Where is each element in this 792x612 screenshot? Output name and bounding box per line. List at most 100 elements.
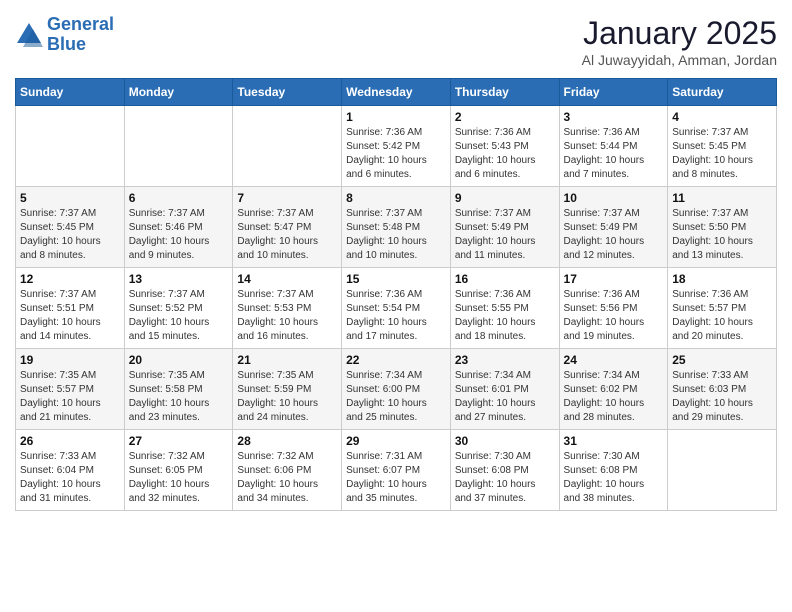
calendar-cell: 14 Sunrise: 7:37 AM Sunset: 5:53 PM Dayli… (233, 268, 342, 349)
calendar-week-row: 26Sunrise: 7:33 AM Sunset: 6:04 PM Dayli… (16, 430, 777, 511)
day-info: Sunrise: 7:37 AM Sunset: 5:52 PM Dayligh… (129, 288, 229, 344)
logo-text: General Blue (47, 15, 114, 55)
page-header: General Blue January 2025 Al Juwayyidah,… (15, 15, 777, 68)
logo-line1: General (47, 14, 114, 34)
day-info: Sunrise: 7:36 AM Sunset: 5:56 PM Dayligh… (564, 288, 664, 344)
calendar-cell: 30 Sunrise: 7:30 AM Sunset: 6:08 PM Dayli… (450, 430, 559, 511)
day-info: Sunrise: 7:33 AM Sunset: 6:03 PM Dayligh… (672, 369, 772, 425)
calendar-cell: 6Sunrise: 7:37 AM Sunset: 5:46 PM Daylig… (124, 187, 233, 268)
calendar-cell: 11Sunrise: 7:37 AM Sunset: 5:50 PM Dayli… (668, 187, 777, 268)
day-number: 25 (672, 353, 772, 367)
calendar-week-row: 5 Sunrise: 7:37 AM Sunset: 5:45 PM Daylig… (16, 187, 777, 268)
calendar-cell (124, 106, 233, 187)
calendar-cell: 3 Sunrise: 7:36 AM Sunset: 5:44 PM Daylig… (559, 106, 668, 187)
day-number: 23 (455, 353, 555, 367)
day-info: Sunrise: 7:37 AM Sunset: 5:45 PM Dayligh… (20, 207, 120, 263)
calendar-cell: 10 Sunrise: 7:37 AM Sunset: 5:49 PM Dayli… (559, 187, 668, 268)
day-number: 15 (346, 272, 446, 286)
weekday-header: Wednesday (342, 79, 451, 106)
day-number: 2 (455, 110, 555, 124)
calendar-table: SundayMondayTuesdayWednesdayThursdayFrid… (15, 78, 777, 511)
day-info: Sunrise: 7:35 AM Sunset: 5:58 PM Dayligh… (129, 369, 229, 425)
calendar-cell: 7Sunrise: 7:37 AM Sunset: 5:47 PM Daylig… (233, 187, 342, 268)
calendar-week-row: 12 Sunrise: 7:37 AM Sunset: 5:51 PM Dayli… (16, 268, 777, 349)
day-number: 16 (455, 272, 555, 286)
day-number: 31 (564, 434, 664, 448)
day-info: Sunrise: 7:34 AM Sunset: 6:02 PM Dayligh… (564, 369, 664, 425)
calendar-cell (233, 106, 342, 187)
day-number: 4 (672, 110, 772, 124)
calendar-week-row: 1 Sunrise: 7:36 AM Sunset: 5:42 PM Daylig… (16, 106, 777, 187)
weekday-header: Sunday (16, 79, 125, 106)
day-info: Sunrise: 7:30 AM Sunset: 6:08 PM Dayligh… (564, 450, 664, 506)
day-info: Sunrise: 7:37 AM Sunset: 5:51 PM Dayligh… (20, 288, 120, 344)
day-number: 7 (237, 191, 337, 205)
location-subtitle: Al Juwayyidah, Amman, Jordan (582, 52, 777, 68)
day-info: Sunrise: 7:36 AM Sunset: 5:57 PM Dayligh… (672, 288, 772, 344)
calendar-cell: 31 Sunrise: 7:30 AM Sunset: 6:08 PM Dayli… (559, 430, 668, 511)
day-number: 3 (564, 110, 664, 124)
logo-icon (15, 21, 43, 49)
calendar-cell: 15 Sunrise: 7:36 AM Sunset: 5:54 PM Dayli… (342, 268, 451, 349)
day-number: 5 (20, 191, 120, 205)
day-number: 22 (346, 353, 446, 367)
calendar-cell: 27Sunrise: 7:32 AM Sunset: 6:05 PM Dayli… (124, 430, 233, 511)
day-info: Sunrise: 7:30 AM Sunset: 6:08 PM Dayligh… (455, 450, 555, 506)
day-info: Sunrise: 7:37 AM Sunset: 5:49 PM Dayligh… (564, 207, 664, 263)
calendar-cell: 17 Sunrise: 7:36 AM Sunset: 5:56 PM Dayli… (559, 268, 668, 349)
calendar-cell (16, 106, 125, 187)
month-title: January 2025 (582, 15, 777, 52)
weekday-header: Monday (124, 79, 233, 106)
weekday-header-row: SundayMondayTuesdayWednesdayThursdayFrid… (16, 79, 777, 106)
day-info: Sunrise: 7:37 AM Sunset: 5:49 PM Dayligh… (455, 207, 555, 263)
title-area: January 2025 Al Juwayyidah, Amman, Jorda… (582, 15, 777, 68)
calendar-cell: 12 Sunrise: 7:37 AM Sunset: 5:51 PM Dayli… (16, 268, 125, 349)
day-number: 12 (20, 272, 120, 286)
weekday-header: Friday (559, 79, 668, 106)
day-number: 1 (346, 110, 446, 124)
calendar-cell: 4 Sunrise: 7:37 AM Sunset: 5:45 PM Daylig… (668, 106, 777, 187)
calendar-cell: 5 Sunrise: 7:37 AM Sunset: 5:45 PM Daylig… (16, 187, 125, 268)
calendar-cell: 28Sunrise: 7:32 AM Sunset: 6:06 PM Dayli… (233, 430, 342, 511)
calendar-week-row: 19Sunrise: 7:35 AM Sunset: 5:57 PM Dayli… (16, 349, 777, 430)
day-number: 18 (672, 272, 772, 286)
calendar-cell: 13Sunrise: 7:37 AM Sunset: 5:52 PM Dayli… (124, 268, 233, 349)
calendar-cell: 24Sunrise: 7:34 AM Sunset: 6:02 PM Dayli… (559, 349, 668, 430)
calendar-cell: 22 Sunrise: 7:34 AM Sunset: 6:00 PM Dayli… (342, 349, 451, 430)
day-info: Sunrise: 7:35 AM Sunset: 5:59 PM Dayligh… (237, 369, 337, 425)
day-number: 30 (455, 434, 555, 448)
day-info: Sunrise: 7:36 AM Sunset: 5:42 PM Dayligh… (346, 126, 446, 182)
calendar-cell: 25 Sunrise: 7:33 AM Sunset: 6:03 PM Dayli… (668, 349, 777, 430)
day-number: 19 (20, 353, 120, 367)
calendar-cell: 20 Sunrise: 7:35 AM Sunset: 5:58 PM Dayli… (124, 349, 233, 430)
day-info: Sunrise: 7:37 AM Sunset: 5:48 PM Dayligh… (346, 207, 446, 263)
day-info: Sunrise: 7:36 AM Sunset: 5:44 PM Dayligh… (564, 126, 664, 182)
day-number: 27 (129, 434, 229, 448)
calendar-cell: 23 Sunrise: 7:34 AM Sunset: 6:01 PM Dayli… (450, 349, 559, 430)
day-number: 29 (346, 434, 446, 448)
calendar-cell: 2 Sunrise: 7:36 AM Sunset: 5:43 PM Daylig… (450, 106, 559, 187)
day-number: 21 (237, 353, 337, 367)
calendar-cell: 1 Sunrise: 7:36 AM Sunset: 5:42 PM Daylig… (342, 106, 451, 187)
day-info: Sunrise: 7:33 AM Sunset: 6:04 PM Dayligh… (20, 450, 120, 506)
calendar-cell: 21 Sunrise: 7:35 AM Sunset: 5:59 PM Dayli… (233, 349, 342, 430)
day-info: Sunrise: 7:37 AM Sunset: 5:53 PM Dayligh… (237, 288, 337, 344)
day-info: Sunrise: 7:34 AM Sunset: 6:01 PM Dayligh… (455, 369, 555, 425)
day-info: Sunrise: 7:31 AM Sunset: 6:07 PM Dayligh… (346, 450, 446, 506)
day-info: Sunrise: 7:37 AM Sunset: 5:45 PM Dayligh… (672, 126, 772, 182)
day-number: 11 (672, 191, 772, 205)
day-number: 10 (564, 191, 664, 205)
day-info: Sunrise: 7:36 AM Sunset: 5:43 PM Dayligh… (455, 126, 555, 182)
day-number: 20 (129, 353, 229, 367)
day-number: 14 (237, 272, 337, 286)
weekday-header: Saturday (668, 79, 777, 106)
day-info: Sunrise: 7:36 AM Sunset: 5:54 PM Dayligh… (346, 288, 446, 344)
day-number: 28 (237, 434, 337, 448)
day-info: Sunrise: 7:37 AM Sunset: 5:46 PM Dayligh… (129, 207, 229, 263)
weekday-header: Thursday (450, 79, 559, 106)
calendar-cell: 18 Sunrise: 7:36 AM Sunset: 5:57 PM Dayli… (668, 268, 777, 349)
day-number: 9 (455, 191, 555, 205)
day-number: 17 (564, 272, 664, 286)
calendar-cell (668, 430, 777, 511)
day-info: Sunrise: 7:34 AM Sunset: 6:00 PM Dayligh… (346, 369, 446, 425)
